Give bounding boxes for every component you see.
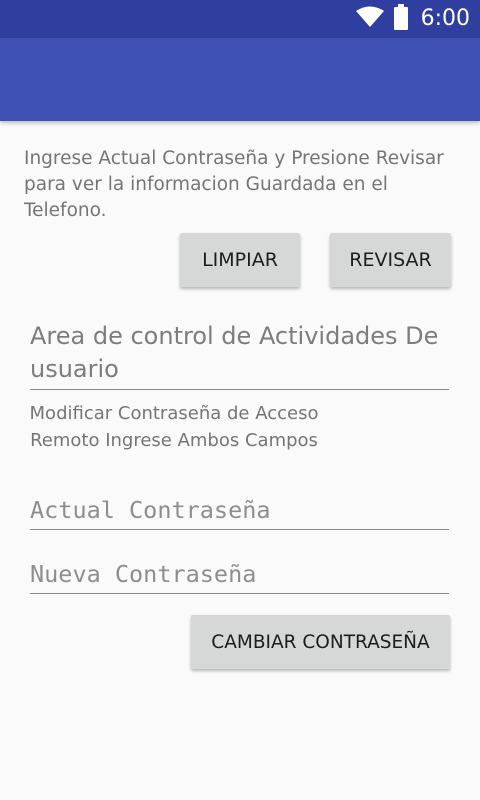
status-time: 6:00 [420,6,470,31]
limpiar-button[interactable]: LIMPIAR [180,233,300,287]
current-password-placeholder: Actual Contraseña [30,496,271,524]
new-password-placeholder: Nueva Contraseña [30,560,257,588]
battery-icon [393,4,409,34]
status-icons: 6:00 [355,0,470,38]
current-password-field[interactable]: Actual Contraseña [30,492,449,530]
app-bar [0,38,480,121]
activity-area-field[interactable]: Area de control de Actividades De usuari… [30,320,449,390]
status-bar: 6:00 [0,0,480,38]
change-password-button[interactable]: CAMBIAR CONTRASEÑA [191,615,450,669]
activity-area-hint: Area de control de Actividades De usuari… [30,322,439,383]
revisar-button[interactable]: REVISAR [330,233,451,287]
new-password-field[interactable]: Nueva Contraseña [30,556,449,594]
modify-password-label: Modificar Contraseña de Acceso Remoto In… [29,403,319,451]
wifi-icon [355,6,385,32]
instructions-text: Ingrese Actual Contraseña y Presione Rev… [24,148,444,221]
